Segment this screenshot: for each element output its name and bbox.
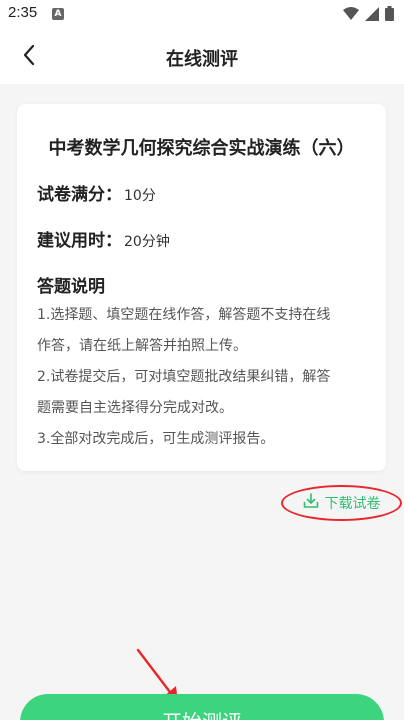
- battery-icon: [385, 6, 394, 25]
- start-assessment-button[interactable]: 开始测评: [20, 694, 384, 720]
- instruction-line: 作答，请在纸上解答并拍照上传。: [37, 338, 247, 354]
- suggested-time-value: 20分钟: [124, 234, 170, 250]
- full-score-row: 试卷满分： 10分: [37, 180, 156, 205]
- page-title: 在线测评: [166, 49, 238, 70]
- full-score-label: 试卷满分：: [37, 185, 122, 205]
- signal-icon: [365, 6, 379, 25]
- download-label: 下载试卷: [324, 496, 381, 512]
- download-content: 下载试卷: [303, 493, 381, 513]
- screen: 2:35 A 在线测评 中考数学几何探究综合实战演练（六） 试卷满分： 10分 …: [0, 0, 404, 720]
- notification-a-icon: A: [52, 8, 64, 20]
- app-header: 在线测评: [0, 30, 404, 84]
- suggested-time-row: 建议用时： 20分钟: [37, 226, 170, 251]
- full-score-value: 10分: [124, 188, 156, 204]
- instructions-body: 1.选择题、填空题在线作答，解答题不支持在线 作答，请在纸上解答并拍照上传。 2…: [37, 300, 369, 455]
- exam-info-card: 中考数学几何探究综合实战演练（六） 试卷满分： 10分 建议用时： 20分钟 答…: [17, 104, 386, 471]
- instruction-line: 题需要自主选择得分完成对改。: [37, 400, 233, 416]
- instruction-line: 1.选择题、填空题在线作答，解答题不支持在线: [37, 307, 331, 323]
- download-icon: [303, 493, 319, 513]
- suggested-time-label: 建议用时：: [37, 231, 122, 251]
- download-paper-link[interactable]: 下载试卷: [281, 485, 402, 521]
- instructions-heading: 答题说明: [37, 277, 105, 297]
- status-bar: 2:35 A: [0, 0, 404, 30]
- start-assessment-label: 开始测评: [20, 706, 384, 720]
- instruction-line: 3.全部对改完成后，可生成测评报告。: [37, 431, 275, 447]
- status-icons: [343, 6, 394, 25]
- exam-title: 中考数学几何探究综合实战演练（六）: [48, 138, 355, 159]
- instruction-line: 2.试卷提交后，可对填空题批改结果纠错，解答: [37, 369, 331, 385]
- status-time: 2:35: [8, 4, 38, 21]
- wifi-icon: [343, 6, 359, 25]
